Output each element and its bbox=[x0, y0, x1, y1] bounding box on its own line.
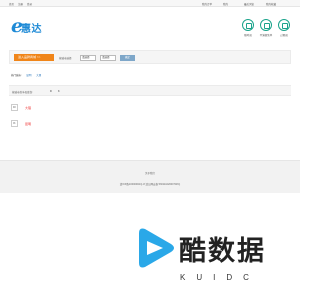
enter-brand-mall-button[interactable]: 进入品牌商城 >> bbox=[14, 54, 54, 61]
top-link-mine[interactable]: 我的 bbox=[223, 2, 228, 6]
top-link-register[interactable]: 注册 bbox=[18, 2, 23, 6]
about-us-link[interactable]: 关于我们 bbox=[0, 171, 300, 175]
top-link-login[interactable]: 登录 bbox=[27, 2, 32, 6]
city-select[interactable]: 请选择 bbox=[100, 55, 116, 61]
quick-link-expired-refund[interactable]: 过期退 bbox=[274, 19, 294, 37]
logo-text: 惠达 bbox=[21, 24, 42, 35]
city-link[interactable]: 大理 bbox=[25, 106, 31, 110]
top-bar: 首页 注册 登录 我的订单 我的 最近浏览 我的收藏 bbox=[0, 0, 300, 7]
filter-bar: 进入品牌商城 >> 按城市选择 请选择 请选择 确定 bbox=[9, 50, 291, 64]
play-logo-icon bbox=[139, 228, 174, 268]
hot-cities-label: 热门城市: bbox=[11, 74, 22, 77]
province-select[interactable]: 请选择 bbox=[80, 55, 96, 61]
watermark-subtitle: KUIDC bbox=[180, 273, 260, 282]
group-letter: D bbox=[11, 104, 18, 111]
hot-cities: 热门城市: 昆明 大理 bbox=[11, 73, 41, 77]
top-link-home[interactable]: 首页 bbox=[9, 2, 14, 6]
top-link-orders[interactable]: 我的订单 bbox=[202, 2, 212, 6]
clock-icon bbox=[278, 19, 290, 31]
top-link-favorites[interactable]: 我的收藏 bbox=[266, 2, 276, 6]
quick-link-refund-anytime[interactable]: 随时退 bbox=[238, 19, 258, 37]
city-link[interactable]: 昆明 bbox=[25, 122, 31, 126]
quick-link-label: 过期退 bbox=[280, 34, 288, 37]
filter-label: 按城市选择 bbox=[59, 57, 72, 60]
letter-index-item[interactable]: K bbox=[58, 90, 60, 93]
watermark: 酷数据 KUIDC bbox=[133, 225, 293, 287]
group-letter: K bbox=[11, 120, 18, 127]
hot-city-link[interactable]: 昆明 bbox=[26, 74, 31, 77]
shield-icon bbox=[242, 19, 254, 31]
watermark-title: 酷数据 bbox=[179, 236, 266, 267]
hot-city-link[interactable]: 大理 bbox=[36, 74, 41, 77]
site-logo[interactable]: e 惠达 bbox=[11, 15, 54, 37]
quick-link-free-if-unsatisfied[interactable]: 不满意免单 bbox=[256, 19, 276, 37]
letter-index-item[interactable]: D bbox=[50, 90, 52, 93]
top-link-history[interactable]: 最近浏览 bbox=[244, 2, 254, 6]
letter-index-bar: 按城市首字母查找: D K bbox=[9, 85, 291, 96]
footer: 关于我们 滇ICP备10000002号-8 滇公网安备 530111020007… bbox=[0, 160, 300, 193]
icp-record: 滇ICP备10000002号-8 滇公网安备 53011102000748号 bbox=[119, 183, 181, 186]
letter-index-label: 按城市首字母查找: bbox=[12, 91, 33, 94]
quick-link-label: 不满意免单 bbox=[259, 34, 273, 37]
confirm-button[interactable]: 确定 bbox=[120, 55, 135, 61]
badge-icon bbox=[260, 19, 272, 31]
quick-link-label: 随时退 bbox=[244, 34, 252, 37]
